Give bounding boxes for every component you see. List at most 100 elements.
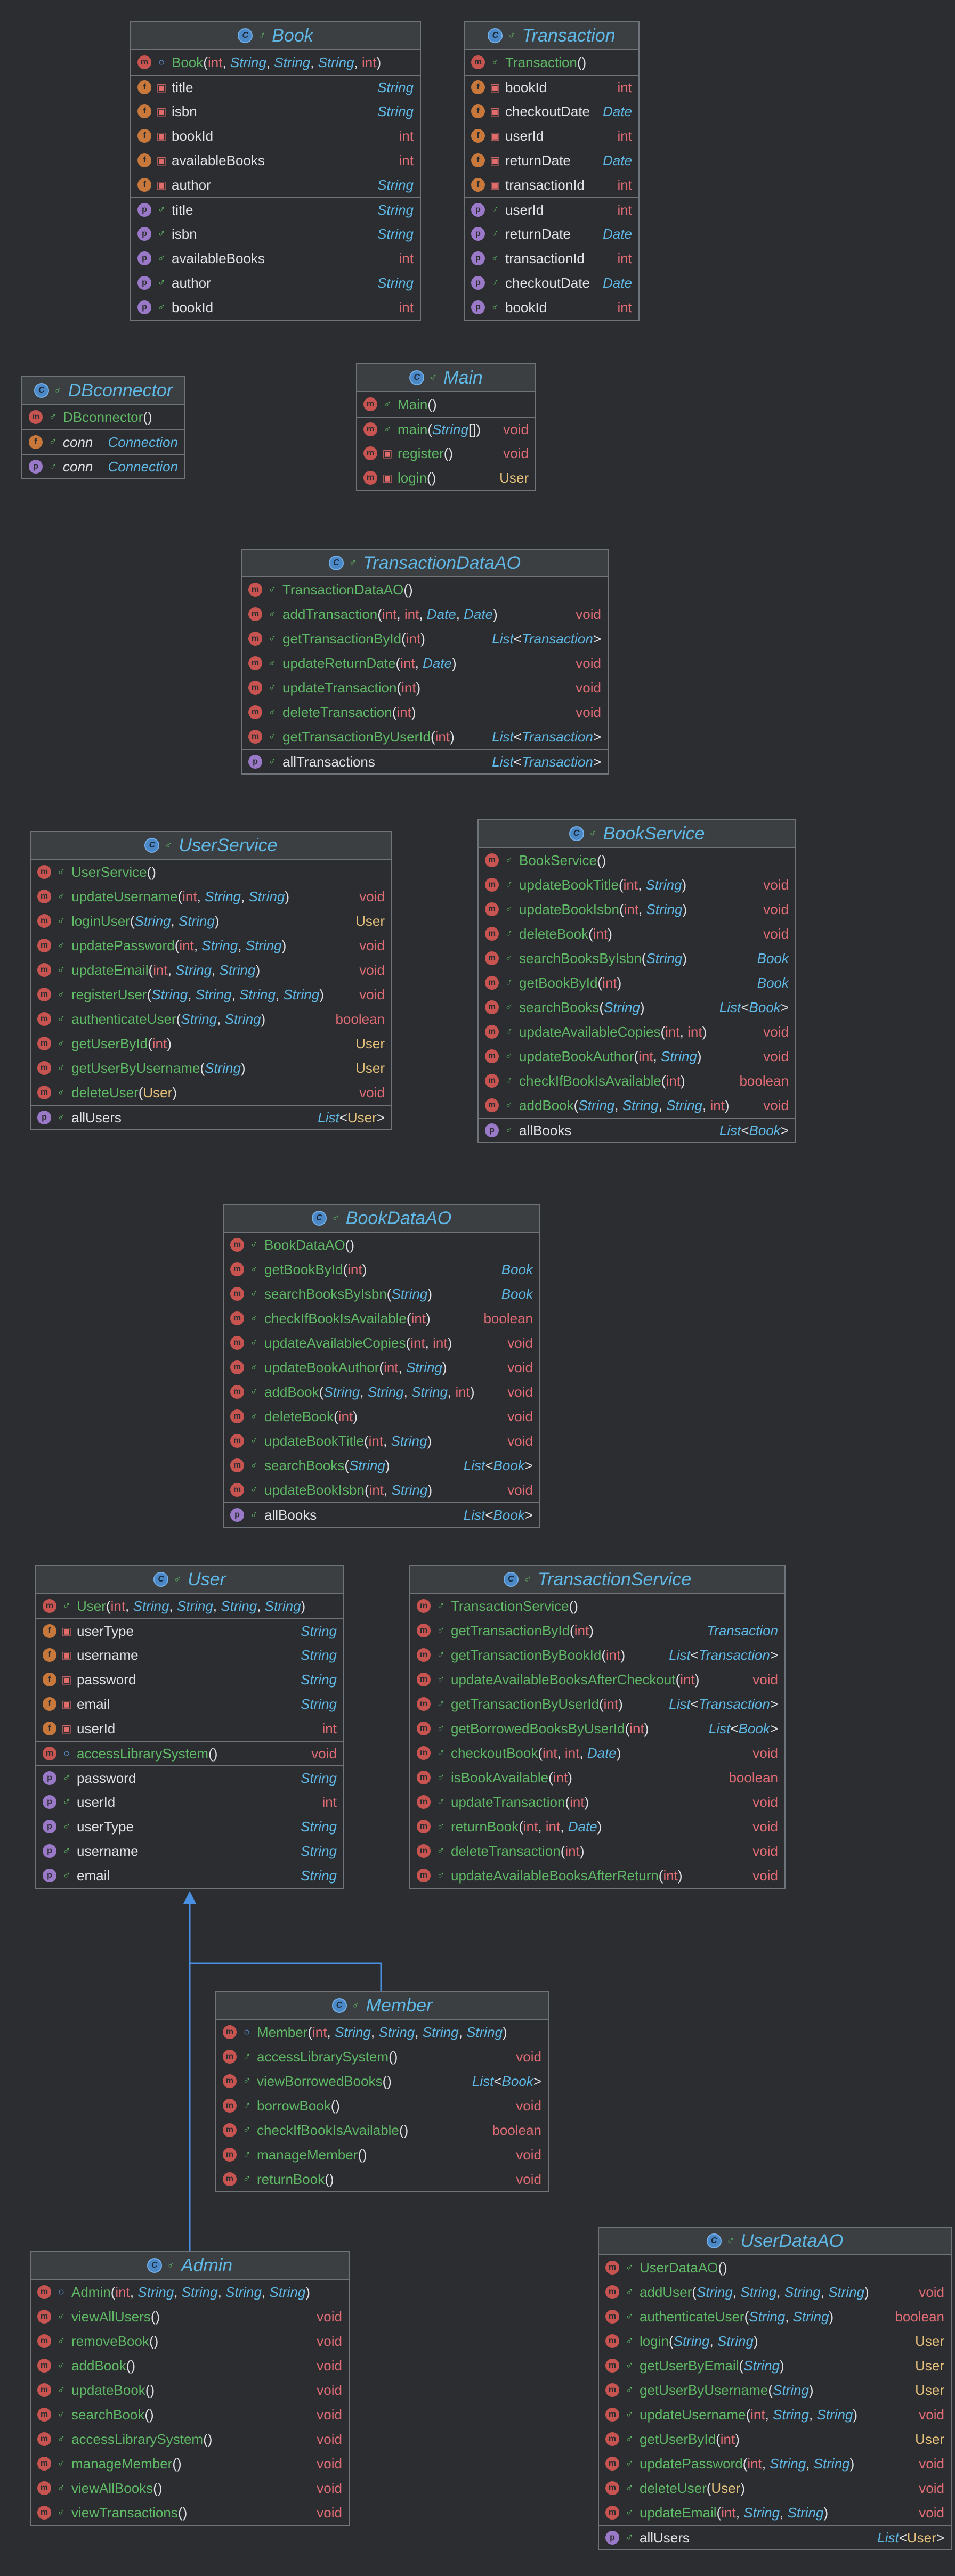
class-header[interactable]: C ♂ Member <box>216 1992 548 2020</box>
member-row[interactable]: m ♂ getUserById (int) User <box>599 2427 951 2451</box>
member-row[interactable]: f ▣ author String <box>131 173 420 197</box>
member-row[interactable]: m ♂ accessLibrarySystem() void <box>216 2044 548 2069</box>
member-row[interactable]: m ♂ updateBookAuthor (int, String) void <box>224 1355 539 1380</box>
member-row[interactable]: m ♂ updateBookTitle (int, String) void <box>224 1429 539 1453</box>
member-row[interactable]: m ♂ viewTransactions() void <box>31 2500 349 2525</box>
member-row[interactable]: m ♂ searchBooksByIsbn (String) Book <box>224 1282 539 1306</box>
member-row[interactable]: f ▣ password String <box>36 1667 343 1692</box>
member-row[interactable]: m ♂ getTransactionById (int) List<Transactio… <box>242 626 608 651</box>
member-row[interactable]: m ♂ getBookById (int) Book <box>224 1257 539 1282</box>
member-row[interactable]: m ♂ getTransactionByUserId (int) List<Transa… <box>410 1692 784 1716</box>
member-row[interactable]: m ♂ updateAvailableBooksAfterCheckout (int)… <box>410 1667 784 1692</box>
class-header[interactable]: C ♂ TransactionDataAO <box>242 550 608 577</box>
class-box-user[interactable]: C ♂ User m ♂ User (int, String, String, String… <box>35 1565 344 1889</box>
member-row[interactable]: f ▣ userId int <box>465 124 638 148</box>
member-row[interactable]: m ♂ searchBooks (String) List<Book> <box>224 1453 539 1478</box>
class-header[interactable]: C ♂ DBconnector <box>22 377 184 405</box>
member-row[interactable]: m ♂ updateBookIsbn (int, String) void <box>224 1478 539 1502</box>
member-row[interactable]: m ♂ borrowBook() void <box>216 2093 548 2118</box>
member-row[interactable]: m ♂ deleteBook (int) void <box>224 1404 539 1429</box>
member-row[interactable]: p ♂ availableBooks int <box>131 246 420 271</box>
class-header[interactable]: C ♂ Admin <box>31 2252 349 2280</box>
member-row[interactable]: m ♂ loginUser (String, String) User <box>31 909 391 933</box>
class-box-transactionservice[interactable]: C ♂ TransactionService m ♂ TransactionService… <box>409 1565 786 1889</box>
member-row[interactable]: m ♂ getUserById (int) User <box>31 1031 391 1056</box>
member-row[interactable]: m ♂ manageMember() void <box>31 2451 349 2476</box>
member-row[interactable]: m ♂ removeBook() void <box>31 2329 349 2353</box>
class-box-dbconnector[interactable]: C ♂ DBconnector m ♂ DBconnector() f ♂ conn Connec… <box>21 376 185 479</box>
member-row[interactable]: m ♂ addTransaction (int, int, Date, Date) vo… <box>242 602 608 626</box>
member-row[interactable]: m ♂ deleteUser (User) void <box>31 1080 391 1105</box>
member-row[interactable]: m ♂ checkIfBookIsAvailable (int) boolean <box>479 1069 795 1093</box>
member-row[interactable]: m ♂ UserDataAO() <box>599 2255 951 2280</box>
member-row[interactable]: m ○ Member (int, String, String, String, St… <box>216 2020 548 2044</box>
member-row[interactable]: p ♂ bookId int <box>465 295 638 320</box>
class-box-main[interactable]: C ♂ Main m ♂ Main() m ♂ main (String[]) void m ▣ regi… <box>356 363 536 491</box>
member-row[interactable]: p ♂ author String <box>131 271 420 295</box>
member-row[interactable]: m ♂ addBook (String, String, String, int) vo… <box>224 1380 539 1404</box>
member-row[interactable]: m ♂ checkoutBook (int, int, Date) void <box>410 1741 784 1765</box>
member-row[interactable]: m ♂ updateTransaction (int) void <box>410 1790 784 1814</box>
member-row[interactable]: m ♂ DBconnector() <box>22 405 184 429</box>
member-row[interactable]: p ♂ isbn String <box>131 222 420 246</box>
member-row[interactable]: f ▣ returnDate Date <box>465 148 638 173</box>
member-row[interactable]: m ♂ getTransactionByBookId (int) List<Transa… <box>410 1643 784 1667</box>
class-box-book[interactable]: C ♂ Book m ○ Book (int, String, String, String… <box>130 21 421 321</box>
member-row[interactable]: p ♂ userId int <box>36 1790 343 1814</box>
class-header[interactable]: C ♂ BookDataAO <box>224 1205 539 1233</box>
member-row[interactable]: m ♂ Transaction() <box>465 50 638 75</box>
member-row[interactable]: m ♂ updatePassword (int, String, String) voi… <box>31 933 391 958</box>
member-row[interactable]: m ♂ searchBooks (String) List<Book> <box>479 995 795 1020</box>
member-row[interactable]: m ♂ registerUser (String, String, String, S… <box>31 982 391 1007</box>
member-row[interactable]: p ♂ userType String <box>36 1814 343 1839</box>
member-row[interactable]: m ♂ returnBook (int, int, Date) void <box>410 1814 784 1839</box>
member-row[interactable]: m ♂ deleteTransaction (int) void <box>242 700 608 724</box>
member-row[interactable]: m ♂ getUserByEmail (String) User <box>599 2353 951 2378</box>
member-row[interactable]: m ♂ updateEmail (int, String, String) void <box>31 958 391 982</box>
member-row[interactable]: m ♂ manageMember() void <box>216 2142 548 2167</box>
member-row[interactable]: m ♂ updateBookAuthor (int, String) void <box>479 1044 795 1069</box>
class-box-bookdataao[interactable]: C ♂ BookDataAO m ♂ BookDataAO() m ♂ getBookById(… <box>223 1204 540 1528</box>
member-row[interactable]: m ♂ getUserByUsername (String) User <box>599 2378 951 2402</box>
member-row[interactable]: m ♂ updateReturnDate (int, Date) void <box>242 651 608 675</box>
class-box-transaction[interactable]: C ♂ Transaction m ♂ Transaction() f ▣ bookId int f… <box>464 21 640 321</box>
member-row[interactable]: m ○ accessLibrarySystem() void <box>36 1741 343 1765</box>
member-row[interactable]: f ▣ title String <box>131 75 420 99</box>
class-header[interactable]: C ♂ Main <box>357 364 535 392</box>
member-row[interactable]: p ♂ allUsers List<User> <box>31 1105 391 1129</box>
member-row[interactable]: m ♂ getUserByUsername (String) User <box>31 1056 391 1080</box>
class-header[interactable]: C ♂ TransactionService <box>410 1566 784 1594</box>
member-row[interactable]: m ♂ searchBooksByIsbn (String) Book <box>479 946 795 971</box>
member-row[interactable]: m ♂ accessLibrarySystem() void <box>31 2427 349 2451</box>
class-box-transactiondataao[interactable]: C ♂ TransactionDataAO m ♂ TransactionDataAO()… <box>241 549 609 775</box>
member-row[interactable]: m ♂ TransactionDataAO() <box>242 577 608 602</box>
member-row[interactable]: m ♂ updateEmail (int, String, String) void <box>599 2500 951 2525</box>
member-row[interactable]: f ▣ userId int <box>36 1716 343 1741</box>
member-row[interactable]: m ♂ main (String[]) void <box>357 417 535 441</box>
member-row[interactable]: m ♂ updateTransaction (int) void <box>242 675 608 700</box>
member-row[interactable]: p ♂ conn Connection <box>22 454 184 478</box>
member-row[interactable]: m ♂ BookService() <box>479 848 795 873</box>
member-row[interactable]: m ♂ getTransactionByUserId (int) List<Transa… <box>242 724 608 749</box>
member-row[interactable]: m ♂ addUser (String, String, String, String… <box>599 2280 951 2304</box>
member-row[interactable]: m ▣ register() void <box>357 441 535 466</box>
class-box-userdataao[interactable]: C ♂ UserDataAO m ♂ UserDataAO() m ♂ addUser (Stri… <box>598 2227 952 2550</box>
member-row[interactable]: f ▣ bookId int <box>465 75 638 99</box>
class-box-bookservice[interactable]: C ♂ BookService m ♂ BookService() m ♂ updateBook… <box>477 819 796 1143</box>
member-row[interactable]: f ▣ username String <box>36 1643 343 1667</box>
member-row[interactable]: p ♂ allTransactions List<Transaction> <box>242 749 608 773</box>
member-row[interactable]: m ♂ deleteTransaction (int) void <box>410 1839 784 1863</box>
member-row[interactable]: m ♂ BookDataAO() <box>224 1233 539 1257</box>
class-header[interactable]: C ♂ UserDataAO <box>599 2228 951 2255</box>
member-row[interactable]: m ♂ authenticateUser (String, String) boolea… <box>31 1007 391 1031</box>
class-header[interactable]: C ♂ UserService <box>31 832 391 860</box>
member-row[interactable]: m ♂ getBookById (int) Book <box>479 971 795 995</box>
member-row[interactable]: m ♂ updateBookTitle (int, String) void <box>479 873 795 897</box>
member-row[interactable]: p ♂ password String <box>36 1765 343 1790</box>
member-row[interactable]: m ▣ login() User <box>357 466 535 490</box>
member-row[interactable]: m ♂ addBook() void <box>31 2353 349 2378</box>
member-row[interactable]: p ♂ email String <box>36 1863 343 1888</box>
member-row[interactable]: m ♂ updateUsername (int, String, String) voi… <box>31 884 391 909</box>
member-row[interactable]: m ♂ Main() <box>357 392 535 417</box>
member-row[interactable]: p ♂ returnDate Date <box>465 222 638 246</box>
